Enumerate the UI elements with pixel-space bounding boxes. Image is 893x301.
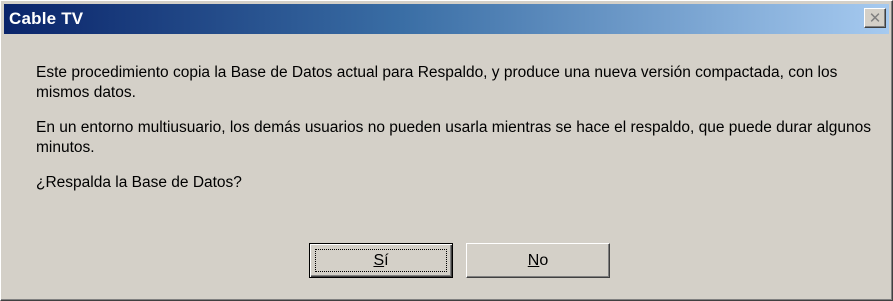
title-bar[interactable]: Cable TV ✕ bbox=[4, 4, 889, 34]
yes-button-label: Sí bbox=[373, 252, 388, 270]
window-title: Cable TV bbox=[9, 9, 84, 28]
message-paragraph-2: En un entorno multiusuario, los demás us… bbox=[36, 119, 871, 156]
confirm-dialog: Cable TV ✕ Este procedimiento copia la B… bbox=[0, 0, 893, 301]
close-icon: ✕ bbox=[868, 8, 882, 27]
yes-accelerator: S bbox=[373, 251, 385, 269]
no-accelerator: N bbox=[527, 251, 540, 269]
yes-label-rest: í bbox=[384, 251, 389, 269]
yes-button[interactable]: Sí bbox=[309, 243, 453, 278]
no-button[interactable]: No bbox=[466, 243, 610, 278]
message-body: Este procedimiento copia la Base de Dato… bbox=[36, 63, 872, 193]
button-row: Sí No bbox=[309, 243, 610, 278]
no-button-label: No bbox=[528, 252, 548, 270]
no-label-rest: o bbox=[539, 251, 549, 269]
message-paragraph-1: Este procedimiento copia la Base de Dato… bbox=[36, 64, 838, 101]
close-button[interactable]: ✕ bbox=[864, 8, 886, 28]
message-question: ¿Respalda la Base de Datos? bbox=[36, 174, 242, 191]
